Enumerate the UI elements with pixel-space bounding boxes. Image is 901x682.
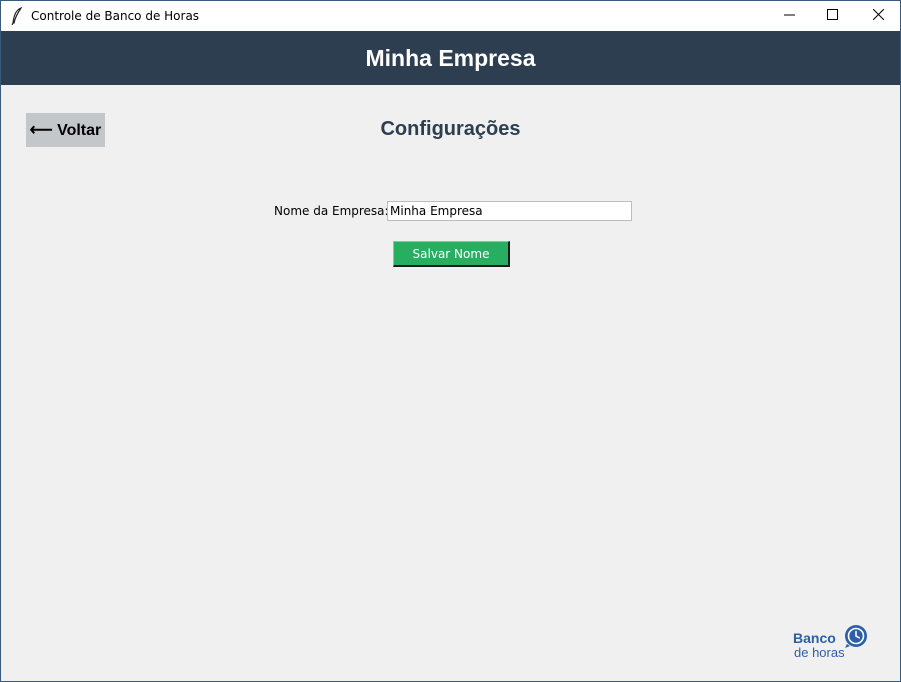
minimize-icon xyxy=(783,7,795,25)
banco-de-horas-logo: Banco de horas xyxy=(793,622,873,662)
save-name-button[interactable]: Salvar Nome xyxy=(393,241,510,267)
company-title: Minha Empresa xyxy=(365,44,536,71)
company-name-label: Nome da Empresa: xyxy=(274,204,389,218)
feather-icon xyxy=(11,6,23,26)
maximize-button[interactable] xyxy=(809,1,855,31)
app-header: Minha Empresa xyxy=(1,31,900,85)
logo-text-de-horas: de horas xyxy=(794,645,845,660)
company-name-input[interactable] xyxy=(387,201,632,221)
page-title: Configurações xyxy=(380,118,521,140)
close-button[interactable] xyxy=(855,1,900,31)
close-icon xyxy=(872,7,884,25)
logo-text-banco: Banco xyxy=(793,630,836,646)
window-title: Controle de Banco de Horas xyxy=(31,9,200,23)
clock-icon xyxy=(843,623,869,649)
minimize-button[interactable] xyxy=(766,1,812,31)
maximize-icon xyxy=(826,7,838,25)
app-window: Controle de Banco de Horas Minha Empresa… xyxy=(0,0,901,682)
title-bar: Controle de Banco de Horas xyxy=(1,1,900,31)
